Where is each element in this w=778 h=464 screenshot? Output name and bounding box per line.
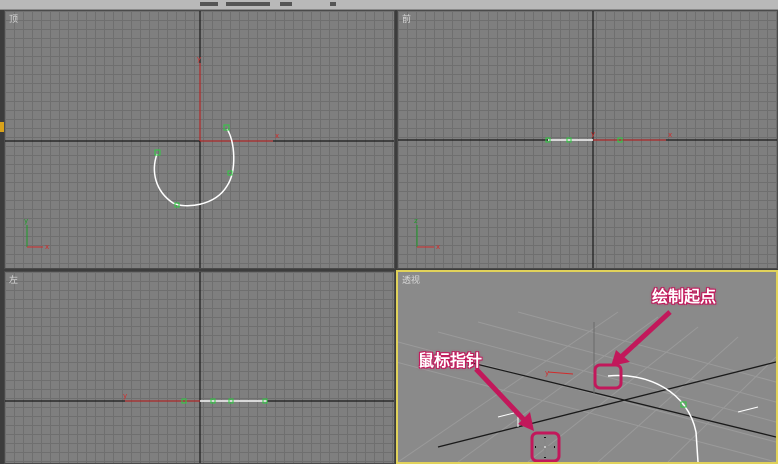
corner-x-label: x — [45, 243, 49, 251]
viewport-left[interactable]: y 左 — [4, 271, 395, 464]
viewport-top-canvas: x y y x — [5, 11, 394, 268]
viewport-label-left[interactable]: 左 — [9, 273, 18, 286]
spline-arc — [607, 374, 699, 462]
viewport-front-canvas: x y z x — [398, 11, 777, 268]
gizmo-y-axis — [547, 371, 574, 375]
callout-mouse-pointer: 鼠标指针 — [418, 351, 483, 370]
gizmo-y-label: y — [123, 392, 127, 400]
spline-vertex — [223, 124, 230, 131]
viewport-front[interactable]: x y z x 前 — [397, 10, 778, 269]
viewcube-edge — [497, 411, 519, 427]
draw-start-highlight — [593, 363, 623, 390]
toolbar-icon-group[interactable] — [330, 2, 336, 6]
corner-y-label: y — [24, 217, 28, 225]
mouse-pointer-arrow — [474, 367, 528, 424]
toolbar-icon-group[interactable] — [226, 2, 270, 6]
callout-draw-start: 绘制起点 — [652, 287, 717, 306]
viewport-top[interactable]: x y y x 顶 — [4, 10, 395, 269]
viewcube-edge — [737, 406, 759, 413]
corner-z-label: z — [414, 217, 418, 225]
gizmo-y-label: y — [591, 130, 595, 138]
main-toolbar-strip — [0, 0, 778, 10]
toolbar-icon-group[interactable] — [200, 2, 218, 6]
gizmo-x-label: x — [275, 132, 279, 140]
toolbar-icon-group[interactable] — [280, 2, 292, 6]
crosshair-cursor-icon-outline — [536, 438, 554, 457]
viewport-label-front[interactable]: 前 — [402, 12, 411, 25]
viewport-label-perspective[interactable]: 透视 — [402, 273, 420, 286]
viewport-left-canvas: y — [5, 272, 394, 463]
gizmo-y-label: y — [545, 369, 549, 377]
gizmo-y-label: y — [197, 55, 201, 63]
viewport-label-top[interactable]: 顶 — [9, 12, 18, 25]
grid-axis-x — [437, 361, 776, 448]
perspective-grid — [398, 311, 776, 462]
corner-x-label: x — [436, 243, 440, 251]
gizmo-x-label: x — [668, 131, 672, 139]
